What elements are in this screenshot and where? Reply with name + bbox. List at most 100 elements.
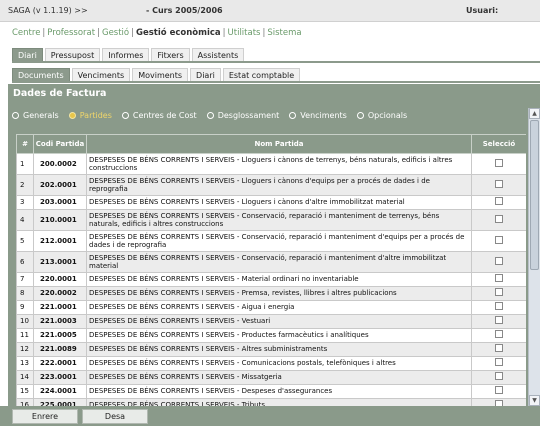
table-row[interactable]: 3 203.0001 DESPESES DE BÉNS CORRENTS I SER… xyxy=(16,195,526,210)
table-row[interactable]: 5 212.0001 DESPESES DE BÉNS CORRENTS I SER… xyxy=(16,230,526,252)
nav-centre[interactable]: Centre xyxy=(12,28,40,38)
row-number: 1 xyxy=(16,153,34,175)
back-button[interactable]: Enrere xyxy=(12,409,78,424)
table-row[interactable]: 8 220.0002 DESPESES DE BÉNS CORRENTS I SER… xyxy=(16,286,526,301)
row-select-checkbox[interactable] xyxy=(495,372,503,381)
table-row[interactable]: 2 202.0001 DESPESES DE BÉNS CORRENTS I SER… xyxy=(16,174,526,196)
row-number: 16 xyxy=(16,398,34,406)
app-title: SAGA (v 1.1.19) >> xyxy=(8,6,88,15)
row-code: 225.0001 xyxy=(33,398,87,406)
row-number: 6 xyxy=(16,251,34,273)
row-code: 213.0001 xyxy=(33,251,87,273)
nav-gestio[interactable]: Gestió xyxy=(102,28,129,38)
row-code: 224.0001 xyxy=(33,384,87,399)
row-number: 8 xyxy=(16,286,34,301)
scroll-up-arrow-icon[interactable]: ▲ xyxy=(529,108,540,119)
table-row[interactable]: 16 225.0001 DESPESES DE BÉNS CORRENTS I SE… xyxy=(16,398,526,406)
row-code: 210.0001 xyxy=(33,209,87,231)
option-opcionals[interactable]: Opcionals xyxy=(356,111,407,120)
tab-assistents[interactable]: Assistents xyxy=(191,48,245,61)
tab-diari-secondary[interactable]: Diari xyxy=(190,68,221,81)
header-select: Selecció xyxy=(471,134,526,154)
row-select-checkbox[interactable] xyxy=(495,344,503,353)
nav-sistema[interactable]: Sistema xyxy=(267,28,301,38)
tab-moviments[interactable]: Moviments xyxy=(132,68,189,81)
vertical-scrollbar[interactable]: ▲ ▼ xyxy=(528,108,540,406)
row-name: DESPESES DE BÉNS CORRENTS I SERVEIS - Co… xyxy=(86,251,472,273)
table-row[interactable]: 9 221.0001 DESPESES DE BÉNS CORRENTS I SER… xyxy=(16,300,526,315)
table-row[interactable]: 11 221.0005 DESPESES DE BÉNS CORRENTS I SE… xyxy=(16,328,526,343)
table-row[interactable]: 7 220.0001 DESPESES DE BÉNS CORRENTS I SER… xyxy=(16,272,526,287)
row-code: 200.0002 xyxy=(33,153,87,175)
row-number: 10 xyxy=(16,314,34,329)
table-row[interactable]: 13 222.0001 DESPESES DE BÉNS CORRENTS I SE… xyxy=(16,356,526,371)
row-name: DESPESES DE BÉNS CORRENTS I SERVEIS - Ve… xyxy=(86,314,472,329)
radio-icon[interactable] xyxy=(12,111,19,119)
option-desglossament[interactable]: Desglossament xyxy=(206,111,279,120)
table-row[interactable]: 14 223.0001 DESPESES DE BÉNS CORRENTS I SE… xyxy=(16,370,526,385)
row-code: 202.0001 xyxy=(33,174,87,196)
row-select-checkbox[interactable] xyxy=(495,386,503,395)
row-select-checkbox[interactable] xyxy=(495,235,503,244)
radio-icon[interactable] xyxy=(356,111,364,119)
row-select-cell xyxy=(471,300,526,315)
table-row[interactable]: 4 210.0001 DESPESES DE BÉNS CORRENTS I SER… xyxy=(16,209,526,231)
option-label: Venciments xyxy=(300,110,347,120)
row-select-checkbox[interactable] xyxy=(495,358,503,367)
row-code: 221.0003 xyxy=(33,314,87,329)
row-select-checkbox[interactable] xyxy=(495,256,503,265)
option-centres-de-cost[interactable]: Centres de Cost xyxy=(121,110,197,120)
radio-selected-icon[interactable] xyxy=(68,111,76,119)
nav-utilitats[interactable]: Utilitats xyxy=(228,28,261,38)
row-select-checkbox[interactable] xyxy=(495,179,503,188)
row-number: 15 xyxy=(16,384,34,399)
tab-pressupost[interactable]: Pressupost xyxy=(44,48,101,61)
tab-diari[interactable]: Diari xyxy=(12,48,43,61)
tab-documents[interactable]: Documents xyxy=(12,68,70,81)
option-generals[interactable]: Generals xyxy=(12,111,59,120)
row-code: 220.0001 xyxy=(33,272,87,287)
row-name: DESPESES DE BÉNS CORRENTS I SERVEIS - Ma… xyxy=(86,272,472,287)
table-row[interactable]: 15 224.0001 DESPESES DE BÉNS CORRENTS I SE… xyxy=(16,384,526,399)
tab-informes[interactable]: Informes xyxy=(102,48,150,61)
row-select-checkbox[interactable] xyxy=(495,197,503,206)
option-venciments[interactable]: Venciments xyxy=(289,111,347,120)
radio-icon[interactable] xyxy=(206,111,214,119)
row-select-checkbox[interactable] xyxy=(495,316,503,325)
user-label: Usuari: xyxy=(466,6,499,15)
table-row[interactable]: 12 221.0089 DESPESES DE BÉNS CORRENTS I SE… xyxy=(16,342,526,357)
row-code: 223.0001 xyxy=(33,370,87,385)
invoice-data-panel: Dades de Factura Generals Partides Centr… xyxy=(8,84,540,406)
row-select-cell xyxy=(471,286,526,301)
option-partides[interactable]: Partides xyxy=(68,111,112,120)
tabs-divider xyxy=(12,61,540,63)
table-row[interactable]: 6 213.0001 DESPESES DE BÉNS CORRENTS I SER… xyxy=(16,251,526,273)
row-select-cell xyxy=(471,398,526,406)
tab-fitxers[interactable]: Fitxers xyxy=(151,48,190,61)
row-select-checkbox[interactable] xyxy=(495,288,503,297)
row-select-checkbox[interactable] xyxy=(495,330,503,339)
radio-icon[interactable] xyxy=(121,111,129,119)
row-select-cell xyxy=(471,230,526,252)
row-name: DESPESES DE BÉNS CORRENTS I SERVEIS - Ai… xyxy=(86,300,472,315)
table-header-row: # Codi Partida Nom Partida Selecció xyxy=(16,134,526,154)
table-row[interactable]: 1 200.0002 DESPESES DE BÉNS CORRENTS I SER… xyxy=(16,153,526,175)
row-select-cell xyxy=(471,384,526,399)
tab-venciments[interactable]: Venciments xyxy=(71,68,131,81)
row-name: DESPESES DE BÉNS CORRENTS I SERVEIS - Ll… xyxy=(86,153,472,175)
tab-estat-comptable[interactable]: Estat comptable xyxy=(222,68,301,81)
primary-tabs: Diari Pressupost Informes Fitxers Assist… xyxy=(12,48,245,61)
scroll-down-arrow-icon[interactable]: ▼ xyxy=(529,395,540,406)
row-select-checkbox[interactable] xyxy=(495,158,503,167)
table-row[interactable]: 10 221.0003 DESPESES DE BÉNS CORRENTS I SE… xyxy=(16,314,526,329)
nav-professorat[interactable]: Professorat xyxy=(47,28,95,38)
option-label: Centres de Cost xyxy=(132,110,197,120)
row-select-checkbox[interactable] xyxy=(495,302,503,311)
save-button[interactable]: Desa xyxy=(82,409,148,424)
row-select-checkbox[interactable] xyxy=(495,214,503,223)
scrollbar-thumb[interactable] xyxy=(530,120,539,270)
row-select-cell xyxy=(471,153,526,175)
row-select-checkbox[interactable] xyxy=(495,274,503,283)
radio-icon[interactable] xyxy=(289,111,297,119)
nav-gestio-economica[interactable]: Gestió econòmica xyxy=(136,28,221,38)
